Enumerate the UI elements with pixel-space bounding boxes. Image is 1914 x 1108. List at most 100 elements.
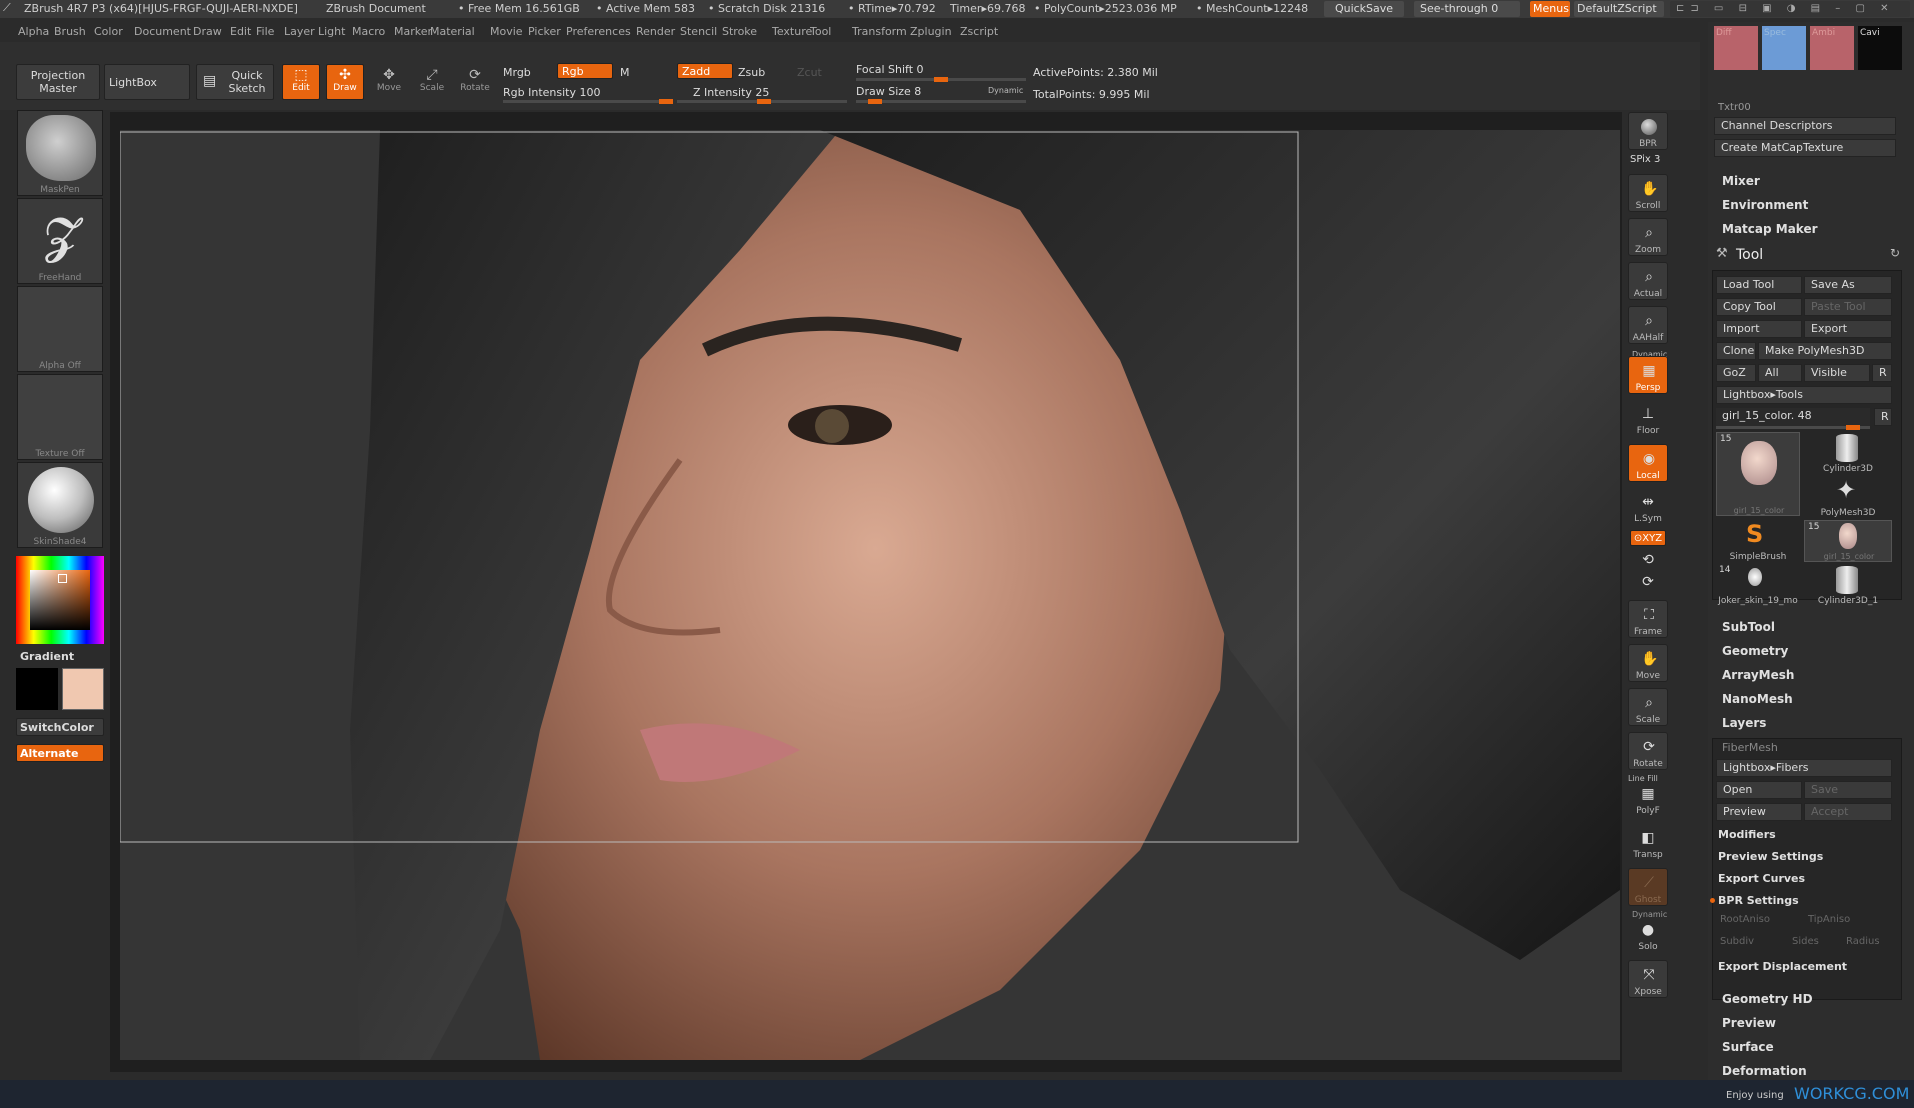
zoom-button[interactable]: ⌕ Zoom <box>1628 218 1668 256</box>
menus-button[interactable]: Menus <box>1530 1 1570 17</box>
copy-tool-button[interactable]: Copy Tool <box>1716 298 1802 316</box>
subtool-menu[interactable]: SubTool <box>1722 620 1775 634</box>
menu-render[interactable]: Render <box>636 25 675 38</box>
ghost-button[interactable]: ⟋ Ghost <box>1628 868 1668 906</box>
lightbox-button[interactable]: LightBox <box>104 64 190 100</box>
export-button[interactable]: Export <box>1804 320 1892 338</box>
menu-layer[interactable]: Layer <box>284 25 315 38</box>
menu-draw[interactable]: Draw <box>193 25 222 38</box>
nanomesh-menu[interactable]: NanoMesh <box>1722 692 1793 706</box>
menu-transform[interactable]: Transform <box>852 25 907 38</box>
z-intensity-slider[interactable]: Z Intensity 25 <box>693 86 769 99</box>
menu-movie[interactable]: Movie <box>490 25 523 38</box>
menu-stroke[interactable]: Stroke <box>722 25 757 38</box>
switchcolor-button[interactable]: SwitchColor <box>16 718 104 736</box>
preview-menu[interactable]: Preview <box>1722 1016 1776 1030</box>
aahalf-button[interactable]: ⌕ AAHalf <box>1628 306 1668 344</box>
solo-button[interactable]: ● Solo <box>1628 916 1668 954</box>
focal-shift-slider[interactable]: Focal Shift 0 <box>856 63 924 76</box>
geometry-hd-menu[interactable]: Geometry HD <box>1722 992 1813 1006</box>
tool-thumb-cylinder[interactable]: Cylinder3D <box>1804 432 1892 474</box>
rotate-view-button[interactable]: ⟳ Rotate <box>1628 732 1668 770</box>
draw-size-track[interactable] <box>856 99 1026 104</box>
polyf-button[interactable]: ▦ PolyF <box>1628 780 1668 818</box>
frame-button[interactable]: ⛶ Frame <box>1628 600 1668 638</box>
window-controls[interactable]: ⊏⊐ ▭ ⊟ ▣ ◑ ▤ – ▢ ✕ <box>1670 1 1910 17</box>
actual-button[interactable]: ⌕ Actual <box>1628 262 1668 300</box>
deformation-menu[interactable]: Deformation <box>1722 1064 1807 1078</box>
fibermesh-menu[interactable]: FiberMesh <box>1722 741 1778 754</box>
rotate-z-button[interactable]: ⟳ <box>1628 572 1668 594</box>
menu-texture[interactable]: Texture <box>772 25 812 38</box>
menu-brush[interactable]: Brush <box>54 25 86 38</box>
tool-thumb-polymesh[interactable]: ✦ PolyMesh3D <box>1804 476 1892 518</box>
zcut-toggle[interactable]: Zcut <box>797 66 822 79</box>
dynamic-toggle[interactable]: Dynamic <box>988 86 1023 95</box>
tool-thumb-simplebrush[interactable]: S SimpleBrush <box>1716 520 1800 562</box>
visible-button[interactable]: Visible <box>1804 364 1870 382</box>
menu-stencil[interactable]: Stencil <box>680 25 717 38</box>
menu-alpha[interactable]: Alpha <box>18 25 49 38</box>
tool-thumb-cylinder-1[interactable]: Cylinder3D_1 <box>1804 564 1892 606</box>
floor-button[interactable]: ⊥ Floor <box>1628 400 1668 438</box>
m-toggle[interactable]: M <box>620 66 630 79</box>
scale-button[interactable]: ⤢ Scale <box>413 64 451 100</box>
load-tool-button[interactable]: Load Tool <box>1716 276 1802 294</box>
xpose-button[interactable]: ⤧ Xpose <box>1628 960 1668 998</box>
all-button[interactable]: All <box>1758 364 1802 382</box>
import-button[interactable]: Import <box>1716 320 1802 338</box>
menu-edit[interactable]: Edit <box>230 25 251 38</box>
tool-thumb-girl[interactable]: 15 girl_15_color <box>1716 432 1800 516</box>
menu-document[interactable]: Document <box>134 25 191 38</box>
menu-file[interactable]: File <box>256 25 274 38</box>
fiber-preview-button[interactable]: Preview <box>1716 803 1802 821</box>
brush-selector[interactable]: MaskPen <box>17 110 103 196</box>
arraymesh-menu[interactable]: ArrayMesh <box>1722 668 1794 682</box>
bpr-button[interactable]: BPR <box>1628 112 1668 150</box>
swatch-cavi[interactable]: Cavi <box>1858 26 1902 70</box>
draw-button[interactable]: ✣ Draw <box>326 64 364 100</box>
draw-size-slider[interactable]: Draw Size 8 <box>856 85 921 98</box>
alternate-button[interactable]: Alternate <box>16 744 104 762</box>
material-selector[interactable]: SkinShade4 <box>17 462 103 548</box>
export-curves-menu[interactable]: Export Curves <box>1718 872 1805 885</box>
environment-menu[interactable]: Environment <box>1722 198 1808 212</box>
stroke-selector[interactable]: 𝓩 FreeHand <box>17 198 103 284</box>
menu-material[interactable]: Material <box>430 25 475 38</box>
tip-aniso-slider[interactable]: TipAniso <box>1808 914 1850 925</box>
fiber-open-button[interactable]: Open <box>1716 781 1802 799</box>
r-button[interactable]: R <box>1872 364 1892 382</box>
current-tool-slider[interactable]: girl_15_color. 48 <box>1716 408 1870 426</box>
clone-button[interactable]: Clone <box>1716 342 1756 360</box>
root-aniso-slider[interactable]: RootAniso <box>1720 914 1770 925</box>
rgb-intensity-track[interactable] <box>503 99 673 104</box>
default-zscript-button[interactable]: DefaultZScript <box>1574 1 1664 17</box>
persp-button[interactable]: ▦ Persp <box>1628 356 1668 394</box>
spix-slider[interactable]: SPix 3 <box>1630 154 1660 165</box>
fiber-accept-button[interactable]: Accept <box>1804 803 1892 821</box>
create-matcap-button[interactable]: Create MatCapTexture <box>1714 139 1896 157</box>
menu-zplugin[interactable]: Zplugin <box>910 25 952 38</box>
swatch-spec[interactable]: Spec <box>1762 26 1806 70</box>
rotate-button[interactable]: ⟳ Rotate <box>456 64 494 100</box>
menu-picker[interactable]: Picker <box>528 25 561 38</box>
refresh-icon[interactable]: ↻ <box>1890 246 1900 260</box>
make-polymesh-button[interactable]: Make PolyMesh3D <box>1758 342 1892 360</box>
zsub-toggle[interactable]: Zsub <box>738 66 765 79</box>
local-button[interactable]: ◉ Local <box>1628 444 1668 482</box>
fiber-save-button[interactable]: Save <box>1804 781 1892 799</box>
rgb-intensity-slider[interactable]: Rgb Intensity 100 <box>503 86 600 99</box>
move-button[interactable]: ✥ Move <box>370 64 408 100</box>
tool-header[interactable]: ⚒ Tool ↻ <box>1708 244 1914 266</box>
xyz-button[interactable]: ⊙XYZ <box>1630 530 1666 546</box>
color-picker[interactable] <box>16 556 104 644</box>
goz-button[interactable]: GoZ <box>1716 364 1756 382</box>
rotate-y-button[interactable]: ⟲ <box>1628 550 1668 572</box>
menu-macro[interactable]: Macro <box>352 25 385 38</box>
mixer-menu[interactable]: Mixer <box>1722 174 1760 188</box>
focal-shift-track[interactable] <box>856 77 1026 82</box>
sides-slider[interactable]: Sides <box>1792 936 1819 947</box>
lsym-button[interactable]: ⇹ L.Sym <box>1628 488 1668 526</box>
save-as-button[interactable]: Save As <box>1804 276 1892 294</box>
scale-view-button[interactable]: ⌕ Scale <box>1628 688 1668 726</box>
